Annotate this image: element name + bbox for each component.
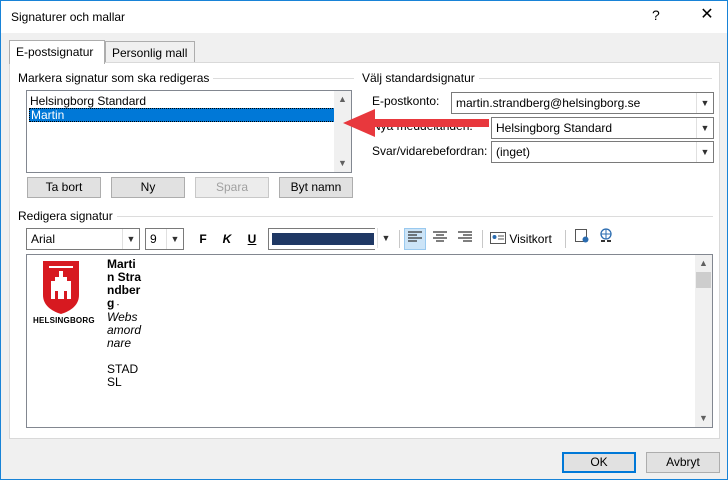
tab-label: E-postsignatur <box>16 45 94 59</box>
ok-button[interactable]: OK <box>562 452 636 473</box>
signature-list[interactable]: Helsingborg Standard Martin ▲ ▼ <box>26 90 352 173</box>
bold-button[interactable]: F <box>192 228 214 250</box>
rename-button[interactable]: Byt namn <box>279 177 353 198</box>
italic-button[interactable]: K <box>216 228 238 250</box>
align-right-button[interactable] <box>454 228 476 250</box>
business-card-icon <box>490 232 506 244</box>
replies-label: Svar/vidarebefordran: <box>372 144 488 158</box>
new-button[interactable]: Ny <box>111 177 185 198</box>
tab-label: Personlig mall <box>112 46 188 60</box>
chevron-down-icon[interactable]: ▼ <box>122 229 139 249</box>
close-button[interactable]: ✕ <box>692 4 722 28</box>
scroll-up-icon[interactable]: ▲ <box>334 91 351 108</box>
color-swatch <box>272 233 374 245</box>
signature-title: Websamordnare <box>107 310 142 350</box>
align-left-icon <box>408 231 422 242</box>
new-messages-value: Helsingborg Standard <box>496 121 613 135</box>
helsingborg-crest-icon <box>43 261 79 314</box>
save-button[interactable]: Spara <box>195 177 269 198</box>
picture-icon <box>575 229 589 243</box>
replies-value: (inget) <box>496 145 531 159</box>
font-size-select[interactable]: 9 ▼ <box>145 228 184 250</box>
title-bar: Signaturer och mallar ? ✕ <box>1 1 727 33</box>
tab-email-signature[interactable]: E-postsignatur <box>9 40 105 64</box>
font-value: Arial <box>31 232 56 246</box>
editor-scrollbar[interactable]: ▲ ▼ <box>695 255 712 427</box>
align-center-icon <box>433 231 447 242</box>
signature-department: STADSL <box>107 362 139 389</box>
scroll-down-icon[interactable]: ▼ <box>695 410 712 427</box>
hyperlink-icon <box>600 228 612 242</box>
underline-button[interactable]: U <box>241 228 263 250</box>
chevron-down-icon[interactable]: ▼ <box>696 118 713 138</box>
chevron-down-icon[interactable]: ▼ <box>377 228 394 248</box>
chevron-down-icon[interactable]: ▼ <box>166 229 183 249</box>
chevron-down-icon[interactable]: ▼ <box>696 142 713 162</box>
delete-button[interactable]: Ta bort <box>27 177 101 198</box>
scroll-up-icon[interactable]: ▲ <box>695 255 712 272</box>
scroll-down-icon[interactable]: ▼ <box>334 155 351 172</box>
align-right-icon <box>458 231 472 242</box>
font-color-select[interactable]: ▼ <box>268 228 394 250</box>
insert-picture-button[interactable] <box>571 228 593 250</box>
account-label: E-postkonto: <box>372 94 440 108</box>
new-messages-select[interactable]: Helsingborg Standard ▼ <box>491 117 714 139</box>
cancel-button[interactable]: Avbryt <box>646 452 720 473</box>
window-title: Signaturer och mallar <box>11 10 126 24</box>
tab-personal-template[interactable]: Personlig mall <box>105 41 195 63</box>
font-select[interactable]: Arial ▼ <box>26 228 140 250</box>
chevron-down-icon[interactable]: ▼ <box>696 93 713 113</box>
business-card-button[interactable]: Visitkort <box>490 228 558 250</box>
toolbar-separator <box>482 230 483 248</box>
business-card-label: Visitkort <box>509 232 552 246</box>
insert-link-button[interactable] <box>595 228 617 250</box>
replies-select[interactable]: (inget) ▼ <box>491 141 714 163</box>
group-divider <box>18 216 713 217</box>
signature-dash: - <box>114 300 120 309</box>
signatures-dialog: Signaturer och mallar ? ✕ E-postsignatur… <box>0 0 728 480</box>
edit-editor-group-label: Redigera signatur <box>18 209 117 223</box>
annotation-arrow-icon <box>343 109 489 137</box>
scroll-thumb[interactable] <box>696 272 711 288</box>
toolbar-separator <box>399 230 400 248</box>
toolbar-separator <box>565 230 566 248</box>
font-size-value: 9 <box>150 232 157 246</box>
signature-content: Martin Strandberg - Websamordnare STADSL <box>107 258 141 389</box>
signature-editor[interactable]: HELSINGBORG Martin Strandberg - Websamor… <box>26 254 713 428</box>
align-left-button[interactable] <box>404 228 426 250</box>
align-center-button[interactable] <box>429 228 451 250</box>
list-item-selected[interactable]: Martin <box>29 108 335 122</box>
signature-name: Martin Strandberg <box>107 257 142 310</box>
logo-text: HELSINGBORG <box>33 316 95 325</box>
edit-signature-group-label: Markera signatur som ska redigeras <box>18 71 214 85</box>
list-item[interactable]: Helsingborg Standard <box>29 94 146 108</box>
default-signature-group-label: Välj standardsignatur <box>362 71 479 85</box>
help-button[interactable]: ? <box>652 7 660 23</box>
